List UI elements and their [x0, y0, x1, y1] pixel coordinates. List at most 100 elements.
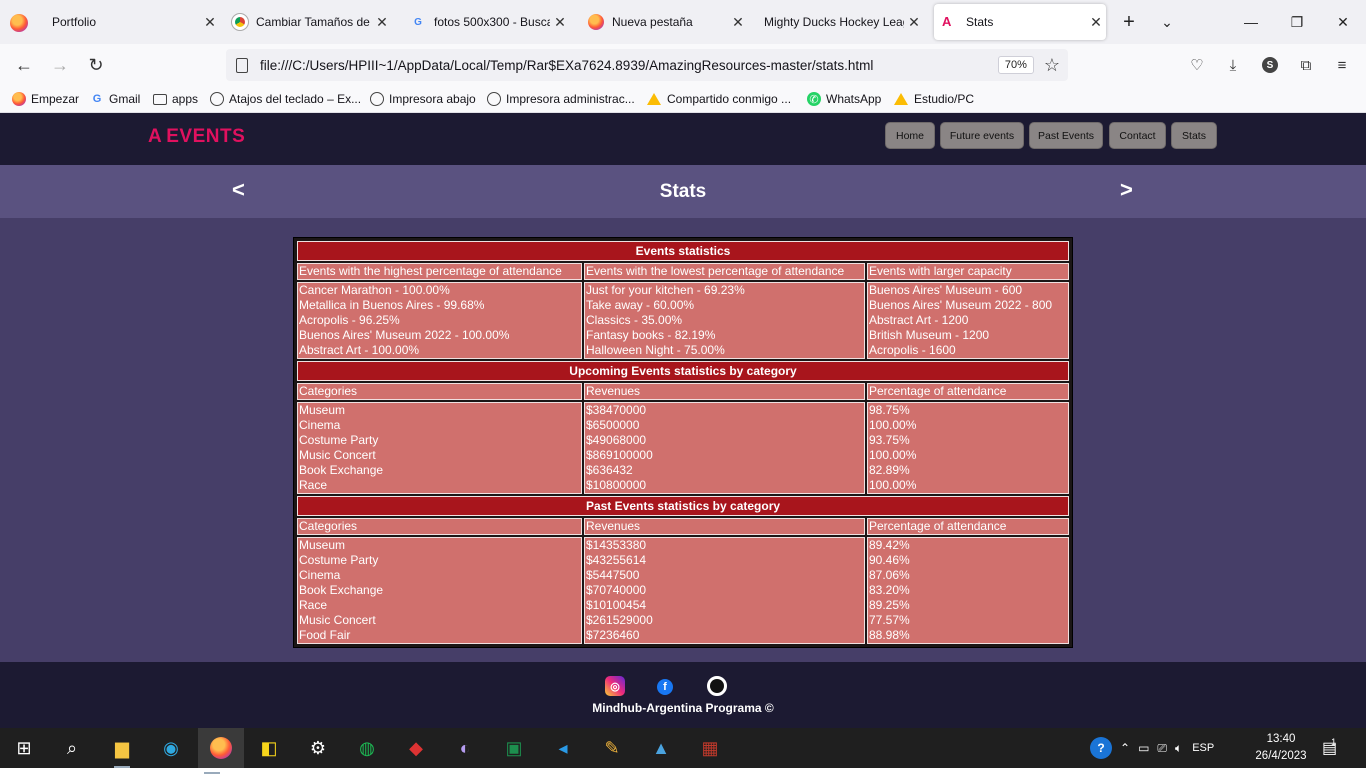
sticky-notes-icon[interactable]: ◧: [255, 734, 283, 762]
facebook-icon[interactable]: f: [657, 679, 673, 695]
tab-nueva[interactable]: Nueva pestaña ✕: [580, 4, 748, 40]
tab-title: Portfolio: [52, 15, 97, 29]
system-tray: ? ⌃ ▭ ⎚ 🔈︎ ESP: [1090, 728, 1214, 768]
google-drive-icon: [647, 93, 661, 105]
downloads-icon[interactable]: ⤓: [1222, 54, 1244, 76]
close-window-button[interactable]: ✕: [1320, 0, 1366, 44]
bookmark-compartido[interactable]: Compartido conmigo ...: [647, 90, 791, 108]
language-indicator[interactable]: ESP: [1192, 742, 1214, 754]
bookmark-whatsapp[interactable]: ✆ WhatsApp: [807, 90, 881, 108]
winrar-icon[interactable]: ▦: [696, 734, 724, 762]
firefox-view-button[interactable]: [10, 14, 28, 32]
list-item: Fantasy books - 82.19%: [586, 328, 716, 342]
pocket-icon[interactable]: ♡: [1186, 54, 1208, 76]
nav-stats[interactable]: Stats: [1171, 122, 1217, 149]
tab-mighty-ducks[interactable]: Mighty Ducks Hockey Leag ✕: [756, 4, 924, 40]
whatsapp-icon[interactable]: [707, 676, 727, 696]
nav-future-events[interactable]: Future events: [940, 122, 1024, 149]
nav-home[interactable]: Home: [885, 122, 935, 149]
close-icon[interactable]: ✕: [904, 14, 924, 31]
list-item: Cancer Marathon - 100.00%: [299, 283, 450, 297]
section-header: Events statistics: [297, 241, 1069, 261]
tab-portfolio[interactable]: Portfolio ✕: [44, 4, 220, 40]
back-button[interactable]: ←: [10, 52, 38, 78]
app-mask-icon[interactable]: ◐: [451, 734, 479, 762]
vscode-icon[interactable]: ◂: [549, 734, 577, 762]
upcoming-attendance-cell: 98.75% 100.00% 93.75% 100.00% 82.89% 100…: [867, 402, 1069, 494]
spotify-icon[interactable]: ◍: [353, 734, 381, 762]
reload-button[interactable]: ↻: [82, 52, 110, 78]
nav-contact[interactable]: Contact: [1109, 122, 1166, 149]
upcoming-categories-cell: Museum Cinema Costume Party Music Concer…: [297, 402, 582, 494]
paint-icon[interactable]: ✎: [598, 734, 626, 762]
tab-stats[interactable]: A Stats ✕: [934, 4, 1106, 40]
column-header: Events with the highest percentage of at…: [297, 263, 582, 280]
bookmark-label: Impresora administrac...: [506, 92, 635, 106]
site-footer: ◎ f Mindhub-Argentina Programa ©: [0, 662, 1366, 728]
list-item: Buenos Aires' Museum - 600: [869, 283, 1023, 297]
instagram-icon[interactable]: ◎: [605, 676, 625, 696]
past-categories-cell: Museum Costume Party Cinema Book Exchang…: [297, 537, 582, 644]
whatsapp-icon: ✆: [807, 92, 821, 106]
close-icon[interactable]: ✕: [550, 14, 570, 31]
forward-button[interactable]: →: [46, 52, 74, 78]
app-red-icon[interactable]: ◆: [402, 734, 430, 762]
list-item: $6500000: [586, 418, 640, 432]
list-item: Halloween Night - 75.00%: [586, 343, 725, 357]
firefox-icon[interactable]: [198, 728, 244, 774]
bookmark-label: Atajos del teclado – Ex...: [229, 92, 362, 106]
close-icon[interactable]: ✕: [200, 14, 220, 31]
settings-gear-icon[interactable]: ⚙: [304, 734, 332, 762]
bookmark-apps[interactable]: apps: [153, 90, 198, 108]
close-icon[interactable]: ✕: [372, 14, 392, 31]
clock[interactable]: 13:40 26/4/2023: [1254, 731, 1308, 765]
bookmark-gmail[interactable]: G Gmail: [90, 90, 141, 108]
url-text[interactable]: file:///C:/Users/HPIII~1/AppData/Local/T…: [260, 58, 998, 73]
maximize-button[interactable]: ❐: [1274, 0, 1320, 44]
list-item: Costume Party: [299, 433, 379, 447]
file-explorer-icon[interactable]: ▆: [108, 734, 136, 768]
list-item: Acropolis - 1600: [869, 343, 956, 357]
bookmark-impresora-abajo[interactable]: Impresora abajo: [370, 90, 476, 108]
volume-icon[interactable]: 🔈︎: [1175, 741, 1182, 756]
search-icon[interactable]: ⌕: [58, 734, 86, 762]
nav-past-events[interactable]: Past Events: [1029, 122, 1103, 149]
notifications-button[interactable]: ▤ 1: [1322, 728, 1342, 768]
notification-count: 1: [1331, 737, 1337, 747]
network-icon[interactable]: ⎚: [1157, 741, 1167, 756]
bookmark-estudio[interactable]: Estudio/PC: [894, 90, 974, 108]
bookmark-atajos[interactable]: Atajos del teclado – Ex...: [210, 90, 361, 108]
photos-icon[interactable]: ▲: [647, 734, 675, 762]
list-item: $14353380: [586, 538, 647, 552]
minimize-button[interactable]: —: [1228, 0, 1274, 44]
account-avatar[interactable]: S: [1262, 57, 1278, 73]
battery-icon[interactable]: ▭: [1138, 741, 1149, 755]
list-item: Abstract Art - 1200: [869, 313, 969, 327]
bookmark-impresora-admin[interactable]: Impresora administrac...: [487, 90, 635, 108]
help-icon[interactable]: ?: [1090, 737, 1112, 759]
menu-hamburger-icon[interactable]: ≡: [1331, 54, 1353, 76]
tab-fotos[interactable]: G fotos 500x300 - Buscar ✕: [402, 4, 570, 40]
edge-icon[interactable]: ◉: [157, 734, 185, 762]
extensions-icon[interactable]: ⧉: [1295, 54, 1317, 76]
list-tabs-chevron-icon[interactable]: ⌄: [1144, 0, 1190, 44]
site-logo[interactable]: A EVENTS: [148, 126, 245, 148]
excel-icon[interactable]: ▣: [500, 734, 528, 762]
bookmark-star-icon[interactable]: ☆: [1044, 55, 1060, 76]
list-item: 77.57%: [869, 613, 910, 627]
tab-cambiar[interactable]: Cambiar Tamaños de l ✕: [224, 4, 392, 40]
next-page-arrow[interactable]: >: [1120, 177, 1133, 203]
navigation-toolbar: ← → ↻ file:///C:/Users/HPIII~1/AppData/L…: [0, 44, 1366, 86]
close-icon[interactable]: ✕: [728, 14, 748, 31]
bookmark-label: Empezar: [31, 92, 80, 106]
close-icon[interactable]: ✕: [1086, 14, 1106, 31]
bookmark-empezar[interactable]: Empezar: [12, 90, 79, 108]
windows-start-icon[interactable]: ⊞: [10, 734, 38, 762]
tab-title: Nueva pestaña: [612, 15, 693, 29]
zoom-level-button[interactable]: 70%: [997, 56, 1034, 74]
address-bar[interactable]: file:///C:/Users/HPIII~1/AppData/Local/T…: [226, 49, 1068, 81]
stats-table: Events statistics Events with the highes…: [295, 239, 1071, 646]
list-item: 83.20%: [869, 583, 910, 597]
firefox-icon: [588, 14, 604, 30]
chevron-up-icon[interactable]: ⌃: [1120, 741, 1130, 755]
